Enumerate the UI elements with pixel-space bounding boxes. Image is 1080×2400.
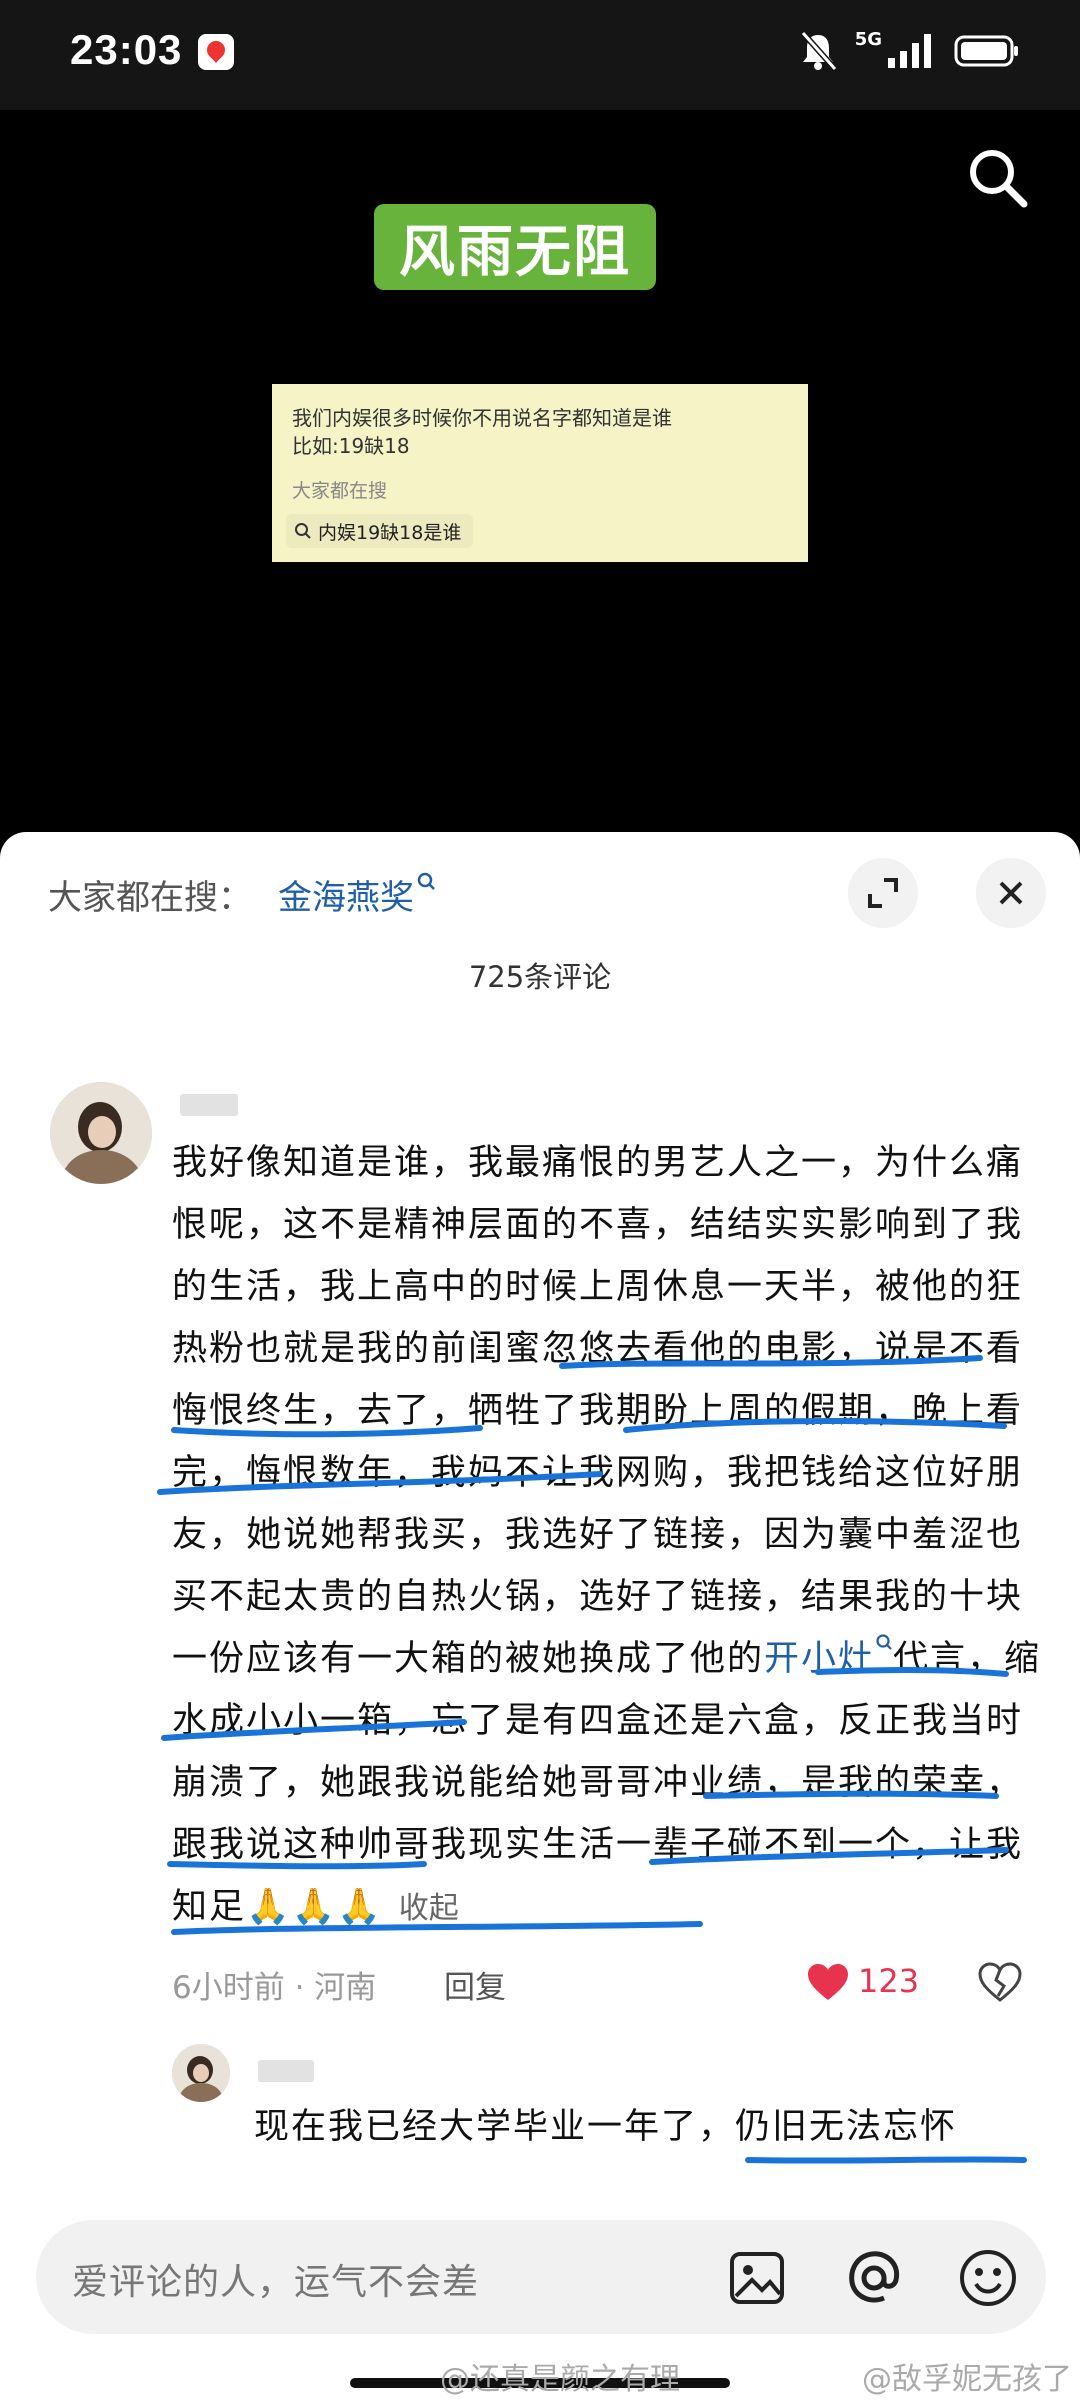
hot-search-label: 大家都在搜： xyxy=(48,878,252,918)
battery-icon xyxy=(954,35,1018,67)
product-search-link[interactable]: 开小灶 xyxy=(764,1634,893,1679)
card-query: 内娱19缺18是谁 xyxy=(318,521,462,544)
reply-body: 现在我已经大学毕业一年了，仍旧无法忘怀 xyxy=(254,2107,958,2147)
network-type: 5G xyxy=(854,28,882,50)
hot-search-text: 金海燕奖 xyxy=(278,878,414,918)
avatar[interactable] xyxy=(50,1082,152,1184)
signal-icon xyxy=(888,34,931,68)
collapse-button[interactable]: 收起 xyxy=(399,1891,459,1926)
comment-meta: 6小时前 · 河南 xyxy=(172,1970,377,2006)
search-icon xyxy=(417,872,435,890)
card-hint: 大家都在搜 xyxy=(292,480,388,502)
reply-avatar[interactable] xyxy=(172,2044,230,2102)
card-line-1: 我们内娱很多时候你不用说名字都知道是谁 xyxy=(292,406,672,430)
status-icons: 5G xyxy=(799,26,1020,76)
emoji-icon[interactable] xyxy=(958,2248,1018,2308)
comment-text-a: 我好像知道是谁，我最痛恨的男艺人之一，为什么痛恨呢，这不是精神层面的不喜，结结实… xyxy=(172,1143,1024,1679)
mention-icon[interactable] xyxy=(844,2248,904,2308)
heart-filled-icon[interactable] xyxy=(806,1962,850,2002)
comment-sheet: 大家都在搜： 金海燕奖 725条评论 我好像知道是谁，我最痛恨的男艺人之一，为什… xyxy=(0,832,1080,2400)
product-link-text: 开小灶 xyxy=(764,1639,876,1679)
search-icon xyxy=(295,523,311,539)
comment-count: 725条评论 xyxy=(468,960,612,994)
card-line-2: 比如:19缺18 xyxy=(292,434,410,458)
video-title-tag: 风雨无阻 xyxy=(374,204,656,290)
watermark-right: @敌孚妮无孩了 xyxy=(862,2362,1072,2397)
reply-username[interactable] xyxy=(258,2060,314,2082)
video-search-card: 我们内娱很多时候你不用说名字都知道是谁 比如:19缺18 大家都在搜 内娱19缺… xyxy=(272,384,808,562)
status-bar: 23:03 5G xyxy=(0,0,1080,110)
hot-search-link[interactable]: 金海燕奖 xyxy=(278,870,436,919)
username[interactable] xyxy=(180,1094,238,1116)
reply-button[interactable]: 回复 xyxy=(444,1962,506,2007)
card-search-pill: 内娱19缺18是谁 xyxy=(286,514,474,548)
comment-input-placeholder: 爱评论的人，运气不会差 xyxy=(72,2262,480,2303)
close-button[interactable] xyxy=(976,858,1046,928)
avatar-photo xyxy=(172,2044,230,2102)
comment-body: 我好像知道是谁，我最痛恨的男艺人之一，为什么痛恨呢，这不是精神层面的不喜，结结实… xyxy=(172,1132,1052,1940)
image-icon[interactable] xyxy=(728,2250,786,2306)
mute-bell-icon xyxy=(800,31,837,71)
expand-button[interactable] xyxy=(848,858,918,928)
status-time: 23:03 xyxy=(70,26,183,73)
like-count: 123 xyxy=(858,1962,920,2000)
avatar-photo xyxy=(50,1082,152,1184)
expand-icon xyxy=(868,878,898,908)
broken-heart-icon[interactable] xyxy=(978,1962,1022,2004)
search-icon xyxy=(876,1634,892,1650)
search-icon[interactable] xyxy=(966,146,1030,210)
map-app-icon xyxy=(198,34,234,70)
comment-text-b: 代言，缩水成小小一箱，忘了是有四盒还是六盒，反正我当时崩溃了，她跟我说能给她哥哥… xyxy=(172,1639,1042,1927)
close-icon xyxy=(999,881,1023,905)
watermark-left: @还真是颜之有理 xyxy=(440,2362,680,2397)
